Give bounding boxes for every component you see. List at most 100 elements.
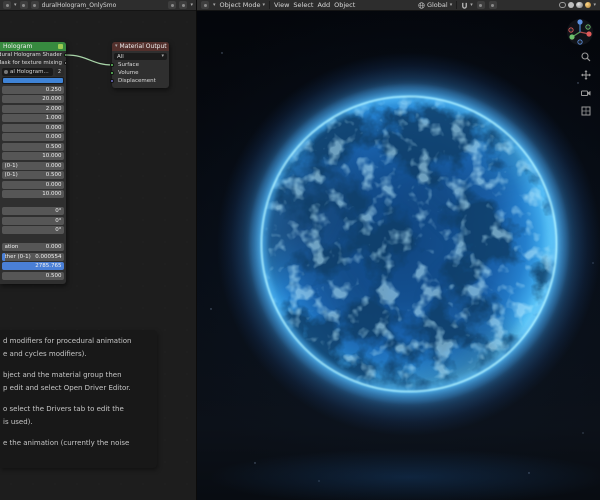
note-gap <box>3 431 153 439</box>
slider-label: ther (0-1) <box>4 253 31 260</box>
input-label: Surface <box>118 62 139 68</box>
blender-window: ▾ duralHologram_OnlySmo ▾ Hologram Proce… <box>0 0 600 500</box>
color-field[interactable] <box>2 77 64 84</box>
hologram-group-node[interactable]: Hologram Procedural Hologram Shader Mask… <box>0 42 66 284</box>
material-datablock-name[interactable]: duralHologram_OnlySmo <box>42 2 117 9</box>
snapping-icon[interactable] <box>179 1 188 9</box>
chevron-down-icon[interactable]: ▾ <box>213 2 216 8</box>
shader-output-socket[interactable] <box>64 53 66 57</box>
note-line: p edit and select Open Driver Editor. <box>3 384 131 392</box>
node-canvas[interactable]: Hologram Procedural Hologram Shader Mask… <box>0 11 196 500</box>
slider-value: 0.000 <box>45 124 62 131</box>
zoom-tool-icon[interactable] <box>581 52 591 62</box>
axis-neg-z-handle[interactable] <box>577 39 583 45</box>
overlay-options-icon[interactable] <box>488 1 497 9</box>
shader-editor-header: ▾ duralHologram_OnlySmo ▾ <box>0 0 196 11</box>
surface-input-row: Surface <box>110 61 169 69</box>
target-value: All <box>117 53 124 60</box>
node-slider[interactable]: 10.000 <box>2 190 64 198</box>
editor-type-icon[interactable] <box>3 1 11 9</box>
nodetree-name: al Hologram... <box>10 69 49 75</box>
node-slider[interactable]: 2785.765 <box>2 262 64 270</box>
slider-label: ation <box>4 244 19 250</box>
note-line: is used). <box>3 418 33 426</box>
note-line: e and cycles modifiers). <box>3 350 87 358</box>
toggle-ortho-icon[interactable] <box>581 106 591 116</box>
axis-z-handle[interactable] <box>577 19 583 25</box>
target-dropdown[interactable]: All ▾ <box>114 53 167 60</box>
axis-y-handle[interactable] <box>569 34 575 40</box>
chevron-down-icon: ▾ <box>161 53 164 59</box>
axis-neg-x-handle[interactable] <box>568 27 574 33</box>
output-label: Procedural Hologram Shader <box>0 52 62 58</box>
hologram-node-header[interactable]: Hologram <box>0 42 66 51</box>
slider-value: 0.000 <box>45 134 62 140</box>
node-slider[interactable]: ation 0.000 <box>2 243 64 251</box>
rendered-scene[interactable] <box>197 11 600 500</box>
material-preview-icon[interactable] <box>576 1 583 9</box>
rotation-y-slider[interactable]: 0° <box>2 216 64 225</box>
node-slider[interactable]: 0.000 <box>2 180 64 189</box>
node-title: Material Output <box>119 43 167 50</box>
node-slider[interactable]: (0-1) 0.500 <box>2 171 64 179</box>
node-slider[interactable]: 0.000 <box>2 133 64 141</box>
note-line: bject and the material group then <box>3 371 122 379</box>
chevron-down-icon[interactable]: ▾ <box>14 2 17 8</box>
viewport-header: ▾ Object Mode ▾ View Select Add Object G… <box>197 0 600 11</box>
collapse-icon[interactable]: ▾ <box>115 44 118 49</box>
node-tree-selector[interactable]: al Hologram... <box>2 68 53 76</box>
rotation-z-slider[interactable]: 0° <box>2 226 64 234</box>
node-slider[interactable]: 0.500 <box>2 142 64 151</box>
displacement-input-socket[interactable] <box>110 79 114 83</box>
menu-select[interactable]: Select <box>293 1 313 9</box>
hologram-planet[interactable] <box>217 52 600 436</box>
move-view-icon[interactable] <box>581 70 591 80</box>
node-slider[interactable]: 0.250 <box>2 85 64 94</box>
mask-output-socket[interactable] <box>64 61 66 65</box>
user-count-badge[interactable]: 2 <box>55 68 64 76</box>
node-slider[interactable]: 0.000 <box>2 123 64 132</box>
output-socket-row: Mask for texture mixing <box>0 59 66 67</box>
axis-neg-y-handle[interactable] <box>585 24 591 30</box>
node-slider[interactable]: ther (0-1) 0.000554 <box>2 252 64 261</box>
chevron-down-icon[interactable]: ▾ <box>190 2 193 8</box>
pin-icon[interactable] <box>168 1 177 9</box>
editor-type-icon[interactable] <box>201 1 209 9</box>
node-slider[interactable]: (0-1) 0.000 <box>2 161 64 170</box>
rotation-x-slider[interactable]: 0° <box>2 207 64 215</box>
chevron-down-icon: ▾ <box>470 1 473 8</box>
node-title: Hologram <box>3 43 33 50</box>
wireframe-shading-icon[interactable] <box>559 1 566 9</box>
surface-input-socket[interactable] <box>110 63 114 67</box>
slider-value: 0.250 <box>45 86 62 93</box>
camera-view-icon[interactable] <box>581 88 591 98</box>
material-output-header[interactable]: ▾ Material Output <box>112 42 169 51</box>
slider-value: 0° <box>55 217 62 224</box>
node-slider[interactable]: 0.500 <box>2 271 64 280</box>
chevron-down-icon[interactable]: ▾ <box>593 2 596 8</box>
material-sphere-icon[interactable] <box>30 1 39 9</box>
viewport-tools <box>581 52 591 116</box>
material-output-node[interactable]: ▾ Material Output All ▾ Surface Volume D… <box>110 42 169 88</box>
menu-object[interactable]: Object <box>334 1 355 9</box>
orientation-label: Global <box>426 1 448 9</box>
slot-icon[interactable] <box>19 1 28 9</box>
mode-selector[interactable]: Object Mode ▾ <box>220 1 265 9</box>
viewport-3d[interactable]: ▾ Object Mode ▾ View Select Add Object G… <box>196 0 600 500</box>
orientation-selector[interactable]: Global ▾ <box>418 1 452 9</box>
node-slider[interactable]: 20.000 <box>2 95 64 103</box>
input-label: Displacement <box>118 78 156 84</box>
node-slider[interactable]: 10.000 <box>2 152 64 160</box>
navigation-gizmo[interactable] <box>566 18 594 46</box>
volume-input-socket[interactable] <box>110 71 114 75</box>
snap-toggle[interactable]: ▾ <box>461 2 473 9</box>
rendered-shading-icon[interactable] <box>584 1 592 9</box>
solid-shading-icon[interactable] <box>567 1 575 9</box>
node-slider[interactable]: 2.000 <box>2 104 64 113</box>
menu-add[interactable]: Add <box>317 1 330 9</box>
menu-view[interactable]: View <box>274 1 289 9</box>
slider-value: 0.500 <box>45 172 62 178</box>
proportional-edit-icon[interactable] <box>476 1 485 9</box>
axis-x-handle[interactable] <box>586 31 592 37</box>
node-slider[interactable]: 1.000 <box>2 114 64 122</box>
